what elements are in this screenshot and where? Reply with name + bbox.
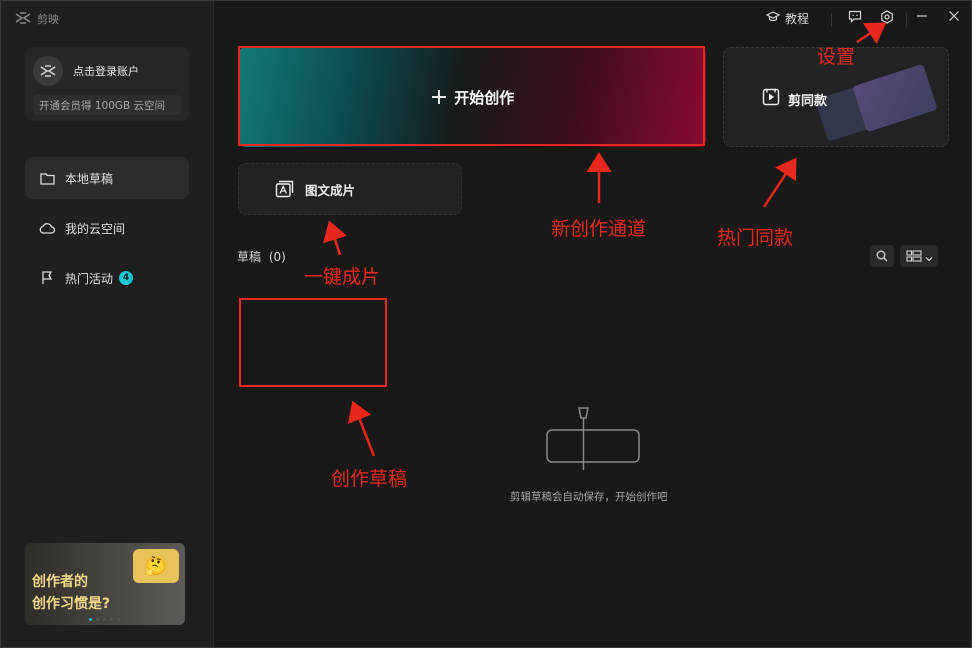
minimize-icon (916, 10, 928, 25)
pagination-dot[interactable] (89, 618, 92, 621)
close-icon (948, 10, 960, 25)
sidebar-item-local-drafts[interactable]: 本地草稿 (25, 157, 189, 199)
template-label: 剪同款 (788, 93, 828, 109)
gear-icon (880, 10, 894, 27)
text-to-video-label: 图文成片 (305, 182, 356, 198)
annotation-new-creation: 新创作通道 (551, 218, 647, 240)
message-icon (848, 10, 862, 26)
cloud-icon (39, 220, 55, 236)
settings-button[interactable] (880, 10, 894, 27)
drafts-count: (0) (268, 250, 286, 264)
search-button[interactable] (870, 245, 894, 267)
title-bar: 教程 (214, 1, 971, 37)
annotation-box-start (238, 46, 705, 146)
pagination-dot[interactable] (103, 618, 106, 621)
tutorial-button[interactable]: 教程 (765, 10, 810, 27)
app-name: 剪映 (37, 13, 59, 26)
pagination-dot[interactable] (117, 618, 120, 621)
banner-line-2: 创作习惯是? (32, 596, 111, 612)
annotation-box-draft (239, 298, 387, 387)
emoji-icon: 🤔 (133, 549, 179, 583)
annotation-draft: 创作草稿 (331, 468, 408, 490)
template-thumbnail (852, 63, 938, 133)
sidebar-item-events[interactable]: 热门活动 4 (25, 257, 189, 299)
sidebar-item-cloud[interactable]: 我的云空间 (25, 207, 189, 249)
tutorial-label: 教程 (785, 12, 810, 26)
pagination-dot[interactable] (110, 618, 113, 621)
empty-drafts-illustration (546, 406, 642, 476)
events-badge: 4 (119, 271, 134, 285)
text-image-icon (275, 180, 295, 198)
banner-line-1: 创作者的 (32, 574, 88, 590)
sidebar-item-label: 本地草稿 (65, 171, 114, 186)
graduation-cap-icon (765, 11, 781, 26)
close-button[interactable] (948, 10, 960, 25)
account-card[interactable]: 点击登录账户 开通会员得 100GB 云空间 (25, 47, 189, 121)
pagination-dot[interactable] (96, 618, 99, 621)
annotation-hot-template: 热门同款 (717, 227, 794, 249)
sidebar-item-label: 热门活动 (65, 271, 114, 286)
folder-icon (39, 170, 55, 186)
template-icon (762, 88, 780, 110)
capcut-logo-icon (15, 11, 31, 27)
divider (906, 13, 907, 27)
divider (831, 13, 832, 27)
app-title: 剪映 (15, 11, 59, 27)
drafts-header: 草稿 (0) (237, 248, 286, 265)
avatar[interactable] (33, 56, 63, 86)
chevron-down-icon (925, 247, 933, 266)
feedback-button[interactable] (848, 10, 862, 26)
sidebar-item-label: 我的云空间 (65, 221, 126, 236)
search-icon (876, 247, 888, 266)
flag-icon (39, 270, 55, 286)
drafts-title: 草稿 (237, 250, 262, 264)
empty-drafts-text: 剪辑草稿会自动保存，开始创作吧 (510, 491, 668, 503)
text-to-video-button[interactable]: 图文成片 (238, 163, 462, 215)
sidebar: 剪映 点击登录账户 开通会员得 100GB 云空间 本地草稿 我的云空间 热门活… (1, 1, 214, 647)
grid-view-icon (905, 247, 922, 266)
banner-pagination[interactable] (89, 618, 120, 621)
vip-promo-button[interactable]: 开通会员得 100GB 云空间 (33, 95, 181, 115)
login-link[interactable]: 点击登录账户 (73, 63, 139, 79)
view-mode-dropdown[interactable] (900, 245, 938, 267)
minimize-button[interactable] (916, 10, 928, 25)
promo-banner[interactable]: 🤔 创作者的 创作习惯是? (25, 543, 185, 625)
annotation-one-click: 一键成片 (304, 266, 381, 288)
annotation-settings: 设置 (817, 46, 856, 68)
